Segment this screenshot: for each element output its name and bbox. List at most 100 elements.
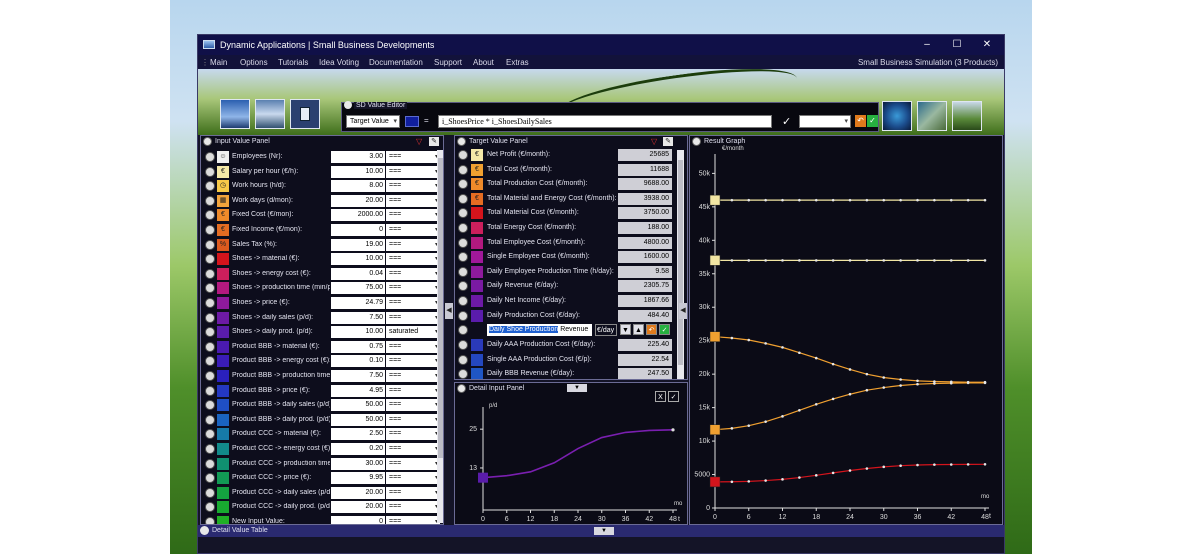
unit-input[interactable]: €/day bbox=[595, 324, 617, 336]
input-value-field[interactable]: 10.00 bbox=[331, 326, 385, 339]
operator-select[interactable]: ===▾ bbox=[386, 165, 440, 178]
color-swatch-icon[interactable] bbox=[217, 340, 229, 353]
row-icon[interactable] bbox=[205, 341, 215, 352]
row-icon[interactable] bbox=[458, 164, 468, 175]
row-icon[interactable] bbox=[458, 150, 468, 160]
color-swatch-icon[interactable] bbox=[471, 222, 483, 234]
series-marker-icon[interactable] bbox=[709, 476, 721, 488]
color-swatch-icon[interactable] bbox=[471, 236, 483, 249]
input-value-field[interactable]: 0.10 bbox=[331, 355, 385, 368]
color-swatch-icon[interactable] bbox=[217, 486, 229, 499]
color-swatch-icon[interactable]: € bbox=[217, 224, 229, 236]
color-swatch-icon[interactable] bbox=[217, 355, 229, 368]
row-icon[interactable] bbox=[205, 225, 215, 235]
expand-table-handle[interactable]: ▼ bbox=[594, 527, 614, 535]
color-swatch-icon[interactable] bbox=[217, 443, 229, 455]
result-chart[interactable]: €/month mo t 50k 45k 40k 35k 30k 25k 20k 15k 10k 500… bbox=[690, 136, 1003, 525]
row-icon[interactable] bbox=[205, 195, 215, 206]
input-value-field[interactable]: 75.00 bbox=[331, 282, 385, 295]
input-value-field[interactable]: 7.50 bbox=[331, 311, 385, 324]
row-icon[interactable] bbox=[205, 181, 215, 192]
thumbnail-lake[interactable] bbox=[255, 99, 285, 129]
input-value-field[interactable]: 8.00 bbox=[331, 180, 385, 193]
undo-icon[interactable]: ↶ bbox=[855, 115, 866, 127]
row-icon[interactable] bbox=[205, 414, 215, 425]
row-icon[interactable] bbox=[458, 266, 468, 277]
row-icon[interactable] bbox=[205, 458, 215, 469]
color-swatch-icon[interactable] bbox=[217, 370, 229, 382]
color-swatch-icon[interactable] bbox=[217, 413, 229, 426]
scroll-thumb[interactable] bbox=[678, 160, 683, 365]
color-swatch-icon[interactable] bbox=[471, 207, 483, 220]
operator-select[interactable]: ===▾ bbox=[386, 399, 440, 412]
operator-select[interactable]: saturated▾ bbox=[386, 326, 440, 339]
input-value-field[interactable]: 3.00 bbox=[331, 151, 385, 163]
color-swatch-icon[interactable] bbox=[471, 295, 483, 307]
row-icon[interactable] bbox=[205, 152, 215, 162]
operator-select[interactable]: ===▾ bbox=[386, 384, 440, 397]
input-scrollbar[interactable] bbox=[437, 150, 443, 523]
row-icon[interactable] bbox=[458, 340, 468, 350]
row-icon[interactable] bbox=[458, 310, 468, 321]
input-value-field[interactable]: 0.75 bbox=[331, 340, 385, 353]
color-swatch-icon[interactable]: ◷ bbox=[217, 180, 229, 193]
row-icon[interactable] bbox=[205, 517, 215, 524]
operator-select[interactable]: ===▾ bbox=[386, 180, 440, 193]
row-icon[interactable] bbox=[458, 237, 468, 248]
target-name-input[interactable]: Daily Shoe Production Revenue bbox=[487, 324, 592, 336]
thumbnail-building[interactable] bbox=[952, 101, 982, 131]
input-value-field[interactable]: 30.00 bbox=[331, 457, 385, 470]
color-swatch-icon[interactable] bbox=[217, 399, 229, 412]
operator-select[interactable]: ===▾ bbox=[386, 413, 440, 426]
row-icon[interactable] bbox=[205, 283, 215, 294]
operator-select[interactable]: ===▾ bbox=[386, 282, 440, 295]
operator-select[interactable]: ===▾ bbox=[386, 486, 440, 499]
scroll-thumb[interactable] bbox=[438, 158, 443, 458]
color-swatch-icon[interactable] bbox=[217, 516, 229, 524]
operator-select[interactable]: ===▾ bbox=[386, 501, 440, 514]
input-value-field[interactable]: 4.95 bbox=[331, 384, 385, 397]
row-icon[interactable] bbox=[205, 298, 215, 308]
maximize-button[interactable]: ☐ bbox=[942, 37, 972, 53]
color-swatch-icon[interactable] bbox=[471, 309, 483, 322]
detail-input-chart[interactable]: p/d mo t 25 13 0 6 12 18 24 30 36 42 48 bbox=[455, 383, 688, 525]
row-icon[interactable] bbox=[205, 268, 215, 279]
row-icon[interactable] bbox=[205, 444, 215, 454]
row-icon[interactable] bbox=[458, 281, 468, 292]
input-value-field[interactable]: 20.00 bbox=[331, 194, 385, 207]
color-swatch-icon[interactable] bbox=[217, 297, 229, 309]
color-swatch-icon[interactable]: € bbox=[217, 209, 229, 222]
operator-select[interactable]: ===▾ bbox=[386, 443, 440, 455]
variable-color-swatch[interactable] bbox=[405, 116, 419, 127]
color-swatch-icon[interactable]: € bbox=[217, 165, 229, 178]
operator-select[interactable]: ===▾ bbox=[386, 355, 440, 368]
undo-icon[interactable]: ↶ bbox=[646, 324, 657, 335]
minimize-button[interactable]: – bbox=[912, 37, 942, 53]
thumbnail-door[interactable] bbox=[290, 99, 320, 129]
row-icon[interactable] bbox=[458, 193, 468, 204]
operator-select[interactable]: ===▾ bbox=[386, 238, 440, 251]
filter-icon[interactable]: ▽ bbox=[651, 137, 661, 146]
color-swatch-icon[interactable]: ☺ bbox=[217, 151, 229, 163]
input-value-field[interactable]: 50.00 bbox=[331, 413, 385, 426]
input-value-field[interactable]: 9.95 bbox=[331, 472, 385, 485]
input-value-field[interactable]: 20.00 bbox=[331, 501, 385, 514]
operator-select[interactable]: ===▾ bbox=[386, 311, 440, 324]
menu-documentation[interactable]: Documentation bbox=[369, 58, 423, 67]
detail-value-table-bar[interactable]: Detail Value Table ▼ bbox=[198, 525, 1004, 537]
thumbnail-landscape[interactable] bbox=[917, 101, 947, 131]
row-icon[interactable] bbox=[205, 385, 215, 396]
color-swatch-icon[interactable] bbox=[217, 253, 229, 266]
input-value-field[interactable]: 2000.00 bbox=[331, 209, 385, 222]
thumbnail-dawn[interactable] bbox=[220, 99, 250, 129]
function-select[interactable]: ▾ bbox=[799, 115, 851, 128]
edit-icon[interactable]: ✎ bbox=[663, 137, 673, 146]
color-swatch-icon[interactable]: € bbox=[471, 163, 483, 176]
confirm-icon[interactable]: ✓ bbox=[867, 115, 878, 127]
row-icon[interactable] bbox=[205, 327, 215, 338]
operator-select[interactable]: ===▾ bbox=[386, 428, 440, 441]
row-icon[interactable] bbox=[458, 325, 468, 335]
input-value-field[interactable]: 0 bbox=[331, 224, 385, 236]
row-icon[interactable] bbox=[458, 369, 468, 379]
color-swatch-icon[interactable] bbox=[217, 326, 229, 339]
